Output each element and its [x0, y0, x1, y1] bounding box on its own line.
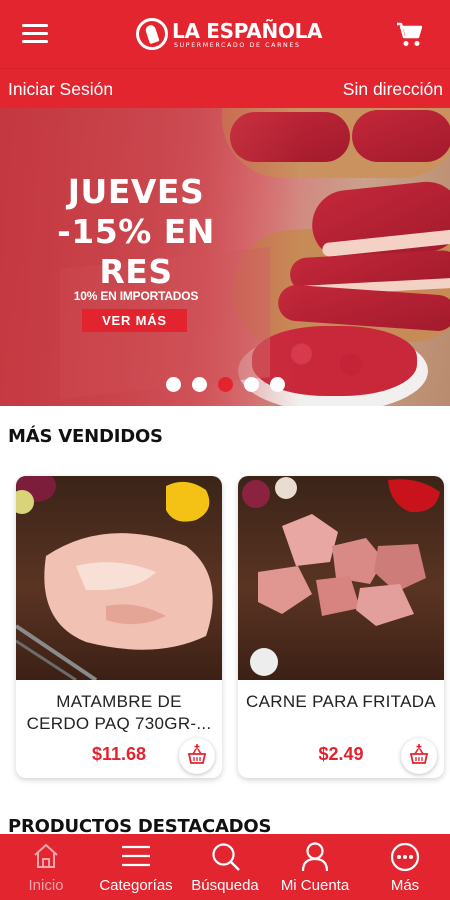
product-image	[238, 476, 444, 680]
nav-label: Inicio	[28, 877, 64, 894]
banner-photo-steak	[352, 110, 450, 162]
nav-label: Categorías	[99, 877, 173, 894]
nav-item-search[interactable]: Búsqueda	[180, 834, 270, 900]
hamburger-icon[interactable]	[22, 24, 48, 44]
see-more-button[interactable]: VER MÁS	[82, 309, 187, 332]
bottom-navigation: Inicio Categorías Búsqueda Mi Cuenta Más	[0, 834, 450, 900]
nav-label: Búsqueda	[191, 877, 259, 894]
bull-logo-icon	[136, 18, 168, 50]
home-icon	[34, 843, 58, 868]
carousel-dots	[166, 377, 285, 392]
user-icon	[301, 842, 329, 872]
nav-label: Más	[390, 877, 420, 894]
promo-banner[interactable]: JUEVES -15% EN RES 10% EN IMPORTADOS VER…	[0, 108, 450, 406]
best-sellers-title: MÁS VENDIDOS	[8, 426, 163, 447]
brand-name: LA ESPAÑOLA	[172, 19, 323, 43]
product-name: CARNE PARA FRITADA	[246, 692, 436, 711]
basket-add-icon[interactable]	[401, 738, 437, 774]
product-name: MATAMBRE DE CERDO PAQ 730GR-...	[26, 692, 212, 733]
carousel-dot-active[interactable]	[218, 377, 233, 392]
product-card[interactable]: CARNE PARA FRITADA $2.49	[238, 476, 444, 778]
carousel-dot[interactable]	[166, 377, 181, 392]
promo-title: JUEVES -15% EN RES	[46, 172, 226, 292]
carousel-dot[interactable]	[192, 377, 207, 392]
promo-subtitle: 10% EN IMPORTADOS	[73, 289, 199, 303]
carousel-dot[interactable]	[244, 377, 259, 392]
nav-item-categories[interactable]: Categorías	[92, 834, 180, 900]
carousel-dot[interactable]	[270, 377, 285, 392]
list-icon	[122, 845, 150, 867]
nav-item-more[interactable]: Más	[360, 834, 450, 900]
search-icon	[212, 843, 240, 871]
promo-title-line: RES	[99, 252, 173, 291]
cart-icon[interactable]	[396, 22, 424, 48]
more-icon	[390, 842, 420, 872]
brand-tagline: SUPERMERCADO DE CARNES	[174, 42, 301, 49]
brand-logo[interactable]: LA ESPAÑOLA SUPERMERCADO DE CARNES	[136, 16, 326, 54]
login-link[interactable]: Iniciar Sesión	[8, 79, 113, 100]
product-image	[16, 476, 222, 682]
nav-item-account[interactable]: Mi Cuenta	[270, 834, 360, 900]
basket-add-icon[interactable]	[179, 738, 215, 774]
promo-title-line: JUEVES	[67, 172, 205, 211]
promo-title-line: -15% EN	[57, 212, 215, 251]
app-header: LA ESPAÑOLA SUPERMERCADO DE CARNES	[0, 0, 450, 68]
session-bar: Iniciar Sesión Sin dirección	[0, 68, 450, 108]
product-card[interactable]: MATAMBRE DE CERDO PAQ 730GR-... $11.68	[16, 476, 222, 778]
nav-item-home[interactable]: Inicio	[0, 834, 92, 900]
nav-label: Mi Cuenta	[280, 877, 350, 894]
address-link[interactable]: Sin dirección	[343, 79, 443, 100]
